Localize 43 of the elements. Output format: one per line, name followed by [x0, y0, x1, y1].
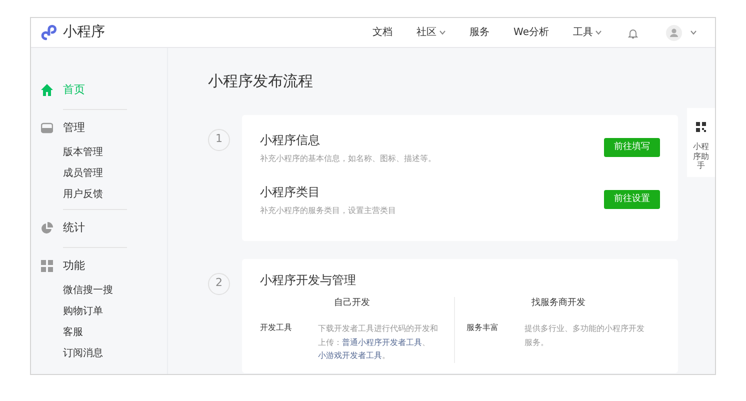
download-link[interactable]: 小游戏开发者工具 — [318, 351, 382, 360]
row-label: 服务丰富 — [466, 322, 500, 334]
sidebar-subitem[interactable]: 用户反馈 — [31, 184, 167, 205]
sidebar-subitem[interactable]: 订阅消息 — [31, 343, 167, 364]
nav-link[interactable]: We分析 — [514, 25, 549, 40]
nav-link[interactable]: 工具 — [573, 25, 602, 40]
inbox-icon — [41, 122, 53, 134]
sidebar-subitem[interactable]: 微信搜一搜 — [31, 280, 167, 301]
item-description: 补充小程序的基本信息，如名称、图标、描述等。 — [260, 152, 436, 164]
sidebar-subitem[interactable]: 客服 — [31, 322, 167, 343]
home-icon — [41, 84, 53, 96]
step-number: 2 — [208, 272, 230, 294]
column-heading: 自己开发 — [332, 296, 371, 310]
qr-code-icon — [696, 122, 706, 132]
nav-link[interactable]: 社区 — [416, 25, 446, 40]
row-description: 下载开发者工具进行代码的开发和上传：普通小程序开发者工具、 小游戏开发者工具。 — [318, 323, 439, 362]
column-heading: 找服务商开发 — [530, 296, 586, 310]
nav-link[interactable]: 服务 — [470, 25, 490, 40]
bell-icon[interactable] — [628, 26, 638, 38]
caret-icon — [690, 30, 697, 35]
row-label: 开发工具 — [260, 322, 293, 334]
logo-icon — [41, 24, 59, 42]
sidebar-item[interactable]: 功能 — [31, 252, 167, 280]
sidebar-item[interactable]: 统计 — [31, 214, 167, 242]
item-title: 小程序类目 — [260, 184, 321, 200]
sidebar-subitem[interactable]: 版本管理 — [31, 142, 167, 163]
card-title: 小程序开发与管理 — [260, 272, 357, 288]
item-description: 补充小程序的服务类目，设置主营类目 — [260, 204, 396, 216]
avatar-icon[interactable] — [666, 24, 682, 40]
nav-link[interactable]: 文档 — [372, 25, 393, 40]
sidebar-subitem[interactable]: 成员管理 — [31, 163, 167, 184]
page-title: 小程序发布流程 — [208, 71, 314, 92]
helper-label: 小程序助手 — [692, 142, 710, 171]
step-number: 1 — [208, 128, 230, 150]
item-title: 小程序信息 — [260, 132, 321, 148]
sidebar-subitem[interactable]: 购物订单 — [31, 301, 167, 322]
helper-panel[interactable]: 小程序助手 — [687, 108, 715, 177]
logo-text: 小程序 — [63, 23, 105, 42]
pie-chart-icon — [41, 222, 53, 234]
row-description: 提供多行业、多功能的小程序开发服务。 — [524, 323, 646, 349]
download-link[interactable]: 普通小程序开发者工具 — [342, 338, 422, 347]
sidebar-item[interactable]: 管理 — [31, 114, 167, 142]
grid-icon — [41, 260, 53, 272]
